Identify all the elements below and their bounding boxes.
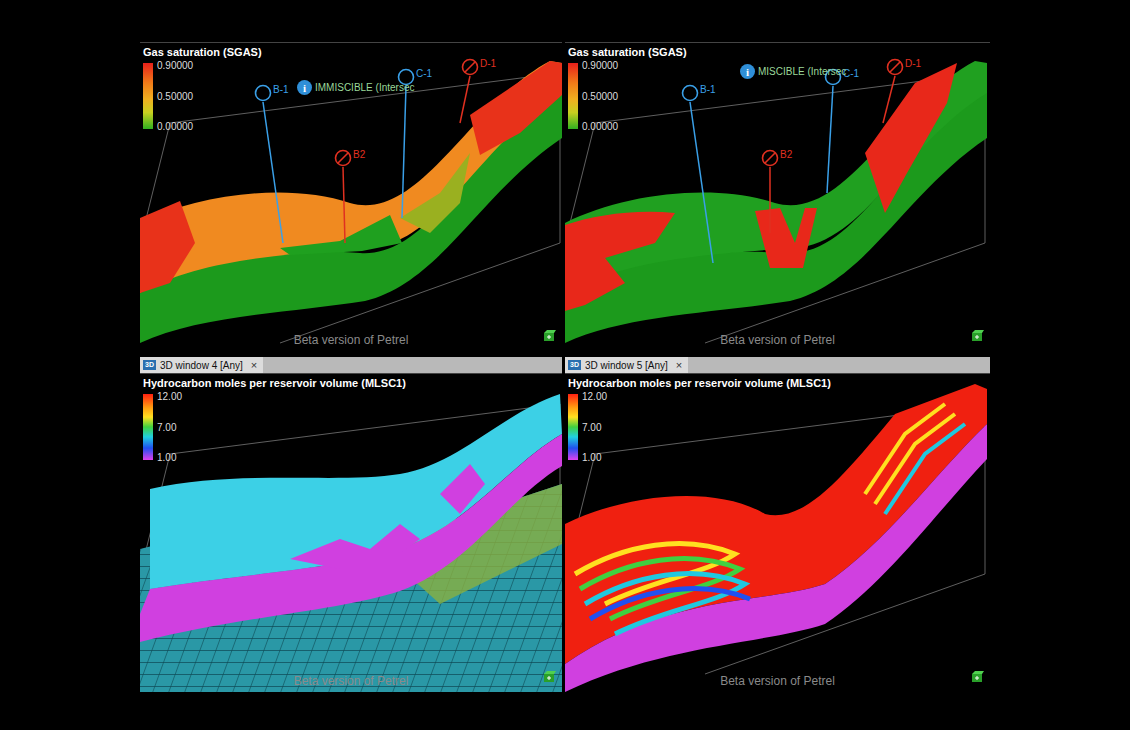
plugged-well-icon — [461, 58, 479, 76]
window-3d-icon: 3D — [568, 360, 581, 370]
3d-viewport[interactable]: Hydrocarbon moles per reservoir volume (… — [565, 373, 990, 692]
view-panel: 3D 3D window 4 [Any] × Hydrocarbon moles pe… — [140, 357, 562, 692]
reservoir-model — [140, 374, 562, 692]
view-panel: Gas saturation (SGAS) 0.90000 0.50000 0.000… — [140, 42, 562, 351]
well-marker[interactable]: D-1 — [461, 58, 496, 76]
window-tab[interactable]: 3D 3D window 5 [Any] × — [565, 357, 688, 373]
window-tab[interactable]: 3D 3D window 4 [Any] × — [140, 357, 263, 373]
legend-colorbar — [568, 394, 578, 460]
legend-label: 12.00 — [157, 391, 182, 402]
3d-viewport[interactable]: Gas saturation (SGAS) 0.90000 0.50000 0.000… — [565, 42, 990, 351]
well-icon — [681, 84, 699, 102]
legend-colorbar — [568, 63, 578, 129]
case-label: MISCIBLE (Intersec — [758, 66, 846, 77]
legend-label: 0.00000 — [582, 121, 618, 132]
view-title: Gas saturation (SGAS) — [568, 46, 687, 58]
window-3d-icon: 3D — [143, 360, 156, 370]
plugged-well-icon — [761, 149, 779, 167]
well-label: B-1 — [700, 84, 716, 95]
well-label: D-1 — [905, 58, 921, 69]
well-label: B2 — [353, 149, 365, 160]
color-legend: 12.00 7.00 1.00 — [143, 394, 182, 463]
color-legend: 0.90000 0.50000 0.00000 — [568, 63, 618, 132]
axis-icon — [970, 670, 984, 684]
well-label: C-1 — [416, 68, 432, 79]
well-label: B2 — [780, 149, 792, 160]
axis-icon — [970, 329, 984, 343]
legend-label: 0.00000 — [157, 121, 193, 132]
view-panel: Gas saturation (SGAS) 0.90000 0.50000 0.000… — [565, 42, 990, 351]
legend-label: 1.00 — [157, 452, 182, 463]
close-button[interactable]: × — [251, 359, 257, 371]
view-title: Gas saturation (SGAS) — [143, 46, 262, 58]
watermark: Beta version of Petrel — [565, 333, 990, 347]
color-legend: 12.00 7.00 1.00 — [568, 394, 607, 463]
view-title: Hydrocarbon moles per reservoir volume (… — [143, 377, 406, 389]
well-marker[interactable]: D-1 — [886, 58, 921, 76]
reservoir-model — [565, 43, 990, 351]
reservoir-model — [565, 374, 990, 692]
color-legend: 0.90000 0.50000 0.00000 — [143, 63, 193, 132]
well-label: D-1 — [480, 58, 496, 69]
legend-colorbar — [143, 63, 153, 129]
legend-label: 7.00 — [582, 422, 607, 433]
well-label: B-1 — [273, 84, 289, 95]
legend-labels: 12.00 7.00 1.00 — [157, 391, 182, 463]
legend-label: 0.90000 — [582, 60, 618, 71]
tab-label: 3D window 5 [Any] — [585, 360, 668, 371]
legend-labels: 12.00 7.00 1.00 — [582, 391, 607, 463]
well-marker[interactable]: B-1 — [681, 84, 716, 102]
case-label: IMMISCIBLE (Intersec — [315, 82, 414, 93]
axis-icon — [542, 670, 556, 684]
well-marker[interactable]: B2 — [761, 149, 792, 167]
3d-viewport[interactable]: Gas saturation (SGAS) 0.90000 0.50000 0.000… — [140, 42, 562, 351]
legend-label: 1.00 — [582, 452, 607, 463]
well-marker[interactable]: B-1 — [254, 84, 289, 102]
tab-label: 3D window 4 [Any] — [160, 360, 243, 371]
tab-bar: 3D 3D window 5 [Any] × — [565, 357, 990, 373]
tab-bar: 3D 3D window 4 [Any] × — [140, 357, 562, 373]
legend-label: 7.00 — [157, 422, 182, 433]
legend-label: 0.50000 — [582, 91, 618, 102]
plugged-well-icon — [886, 58, 904, 76]
legend-label: 0.50000 — [157, 91, 193, 102]
case-info[interactable]: iIMMISCIBLE (Intersec — [297, 80, 414, 95]
axis-icon — [542, 329, 556, 343]
3d-viewport[interactable]: Hydrocarbon moles per reservoir volume (… — [140, 373, 562, 692]
view-panel: 3D 3D window 5 [Any] × Hydrocarbon moles pe… — [565, 357, 990, 692]
well-icon — [254, 84, 272, 102]
legend-labels: 0.90000 0.50000 0.00000 — [157, 60, 193, 132]
info-icon[interactable]: i — [740, 64, 755, 79]
watermark: Beta version of Petrel — [140, 674, 562, 688]
watermark: Beta version of Petrel — [140, 333, 562, 347]
legend-colorbar — [143, 394, 153, 460]
legend-labels: 0.90000 0.50000 0.00000 — [582, 60, 618, 132]
well-marker[interactable]: B2 — [334, 149, 365, 167]
watermark: Beta version of Petrel — [565, 674, 990, 688]
legend-label: 12.00 — [582, 391, 607, 402]
view-title: Hydrocarbon moles per reservoir volume (… — [568, 377, 831, 389]
case-info[interactable]: iMISCIBLE (Intersec — [740, 64, 846, 79]
legend-label: 0.90000 — [157, 60, 193, 71]
plugged-well-icon — [334, 149, 352, 167]
close-button[interactable]: × — [676, 359, 682, 371]
info-icon[interactable]: i — [297, 80, 312, 95]
